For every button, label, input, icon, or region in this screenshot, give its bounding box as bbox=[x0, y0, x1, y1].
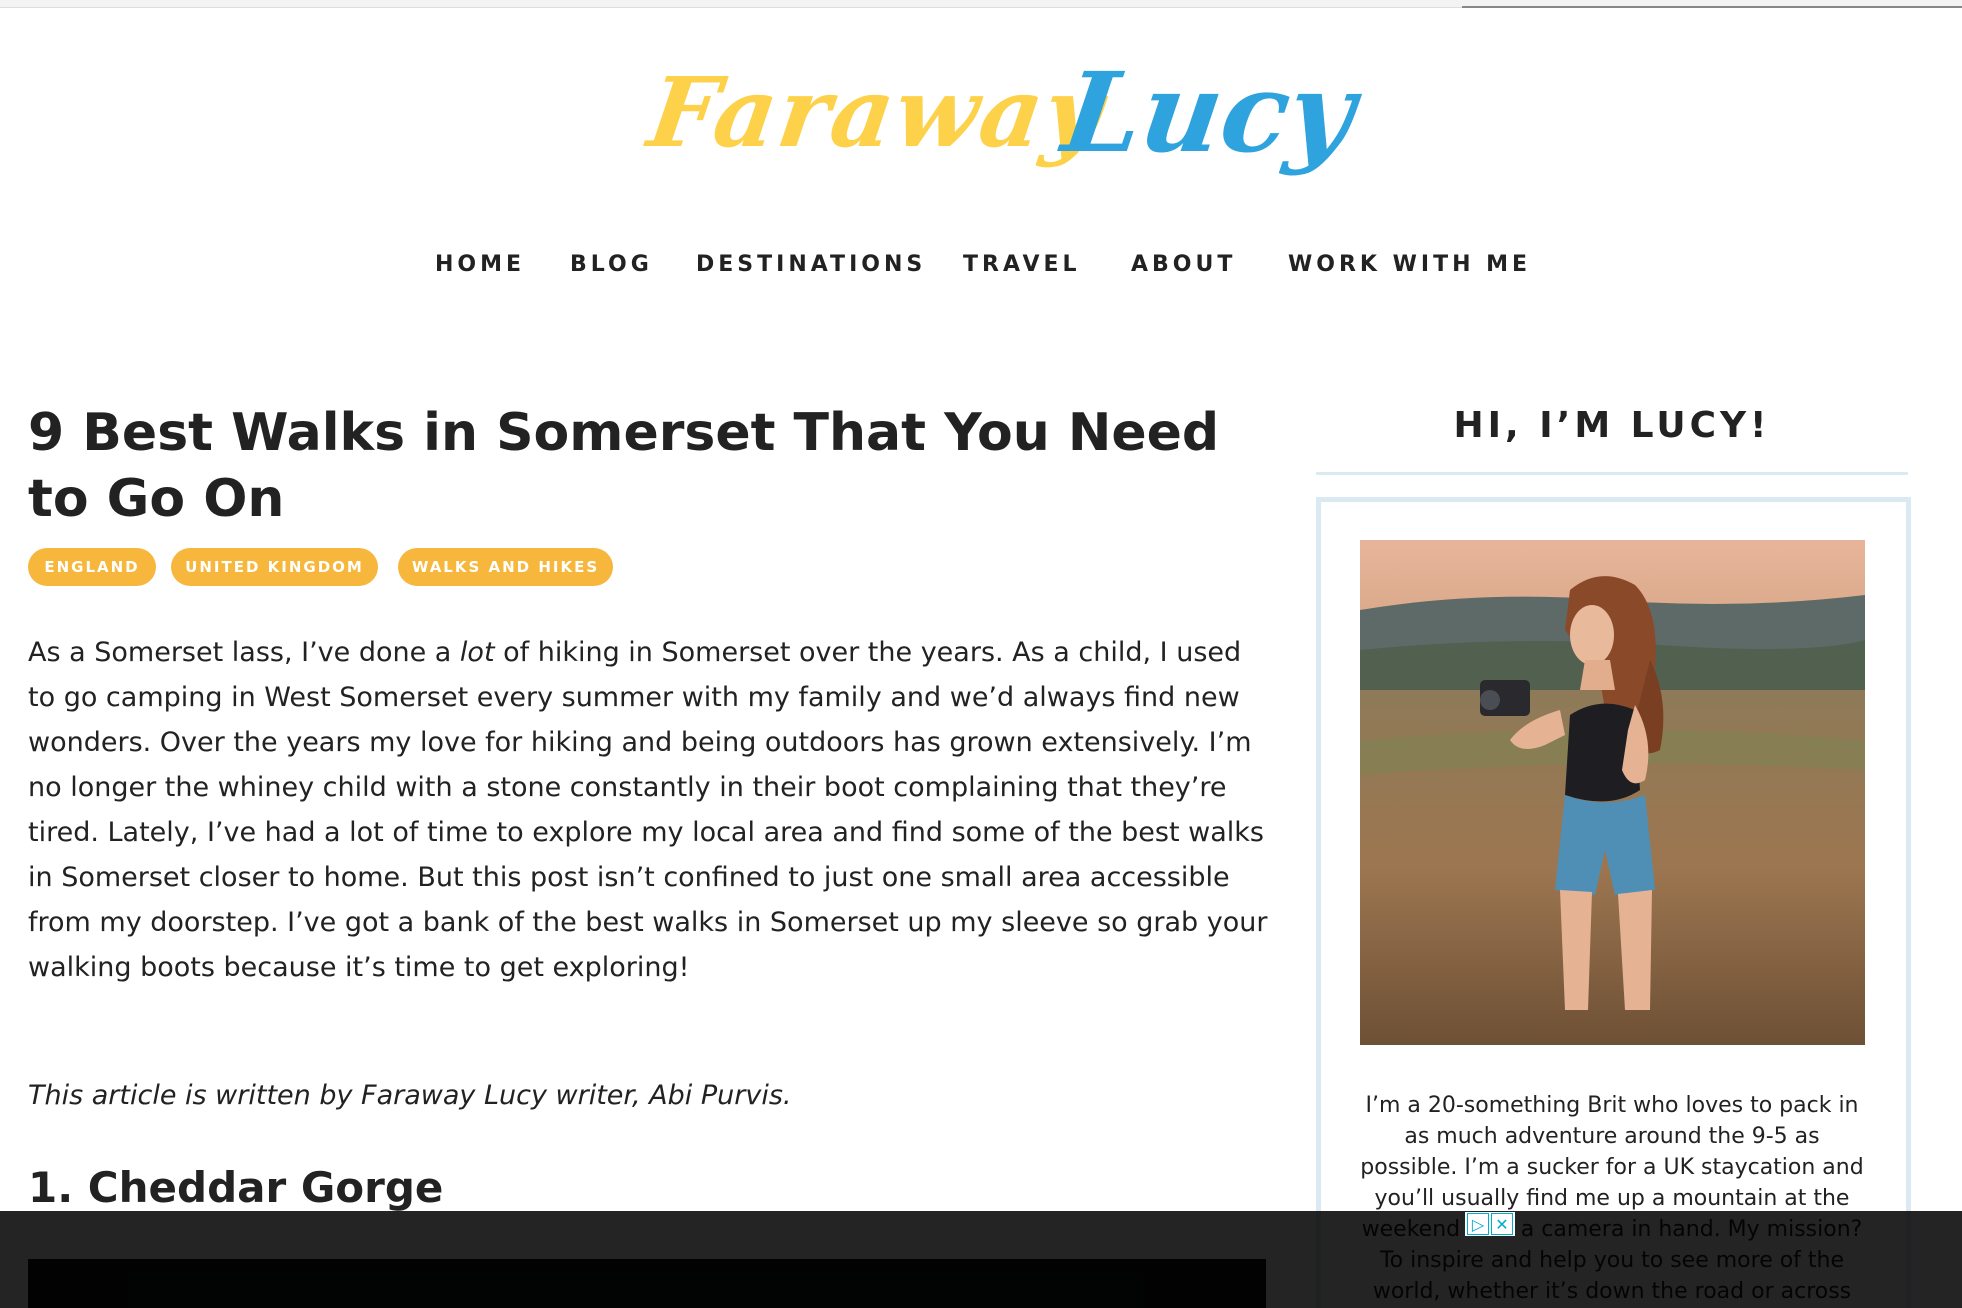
browser-scroll-edge bbox=[1462, 0, 1962, 8]
close-icon[interactable]: ✕ bbox=[1491, 1213, 1513, 1235]
logo-word-lucy: Lucy bbox=[1055, 48, 1363, 177]
post-intro: As a Somerset lass, I’ve done a lot of h… bbox=[28, 630, 1268, 990]
adchoices-icon[interactable]: ▷ bbox=[1467, 1213, 1489, 1235]
ad-banner[interactable] bbox=[0, 1211, 1962, 1308]
sidebar-title: HI, I’M LUCY! bbox=[1453, 405, 1771, 446]
author-photo bbox=[1360, 540, 1865, 1045]
intro-text-end: of hiking in Somerset over the years. As… bbox=[28, 637, 1268, 983]
intro-emphasis: lot bbox=[459, 637, 495, 668]
ad-controls: ▷ ✕ bbox=[1465, 1212, 1515, 1236]
nav-blog[interactable]: BLOG bbox=[570, 252, 653, 277]
author-credit: This article is written by Faraway Lucy … bbox=[28, 1080, 792, 1111]
tag-united-kingdom[interactable]: UNITED KINGDOM bbox=[171, 548, 378, 586]
nav-destinations[interactable]: DESTINATIONS bbox=[696, 252, 926, 277]
main-nav: HOME BLOG DESTINATIONS TRAVEL ABOUT WORK… bbox=[0, 252, 1962, 282]
logo-word-faraway: Faraway bbox=[642, 56, 1111, 169]
nav-travel[interactable]: TRAVEL bbox=[963, 252, 1081, 277]
nav-work-with-me[interactable]: WORK WITH ME bbox=[1288, 252, 1531, 277]
tag-walks-and-hikes[interactable]: WALKS AND HIKES bbox=[398, 548, 613, 586]
nav-about[interactable]: ABOUT bbox=[1131, 252, 1236, 277]
post-title: 9 Best Walks in Somerset That You Need t… bbox=[28, 403, 1220, 529]
section-heading-cheddar-gorge: 1. Cheddar Gorge bbox=[28, 1163, 444, 1212]
site-logo[interactable]: Faraway Lucy bbox=[642, 48, 1362, 198]
nav-home[interactable]: HOME bbox=[435, 252, 525, 277]
sidebar-divider bbox=[1316, 472, 1908, 475]
intro-text-start: As a Somerset lass, I’ve done a bbox=[28, 637, 460, 668]
tag-england[interactable]: ENGLAND bbox=[28, 548, 156, 586]
